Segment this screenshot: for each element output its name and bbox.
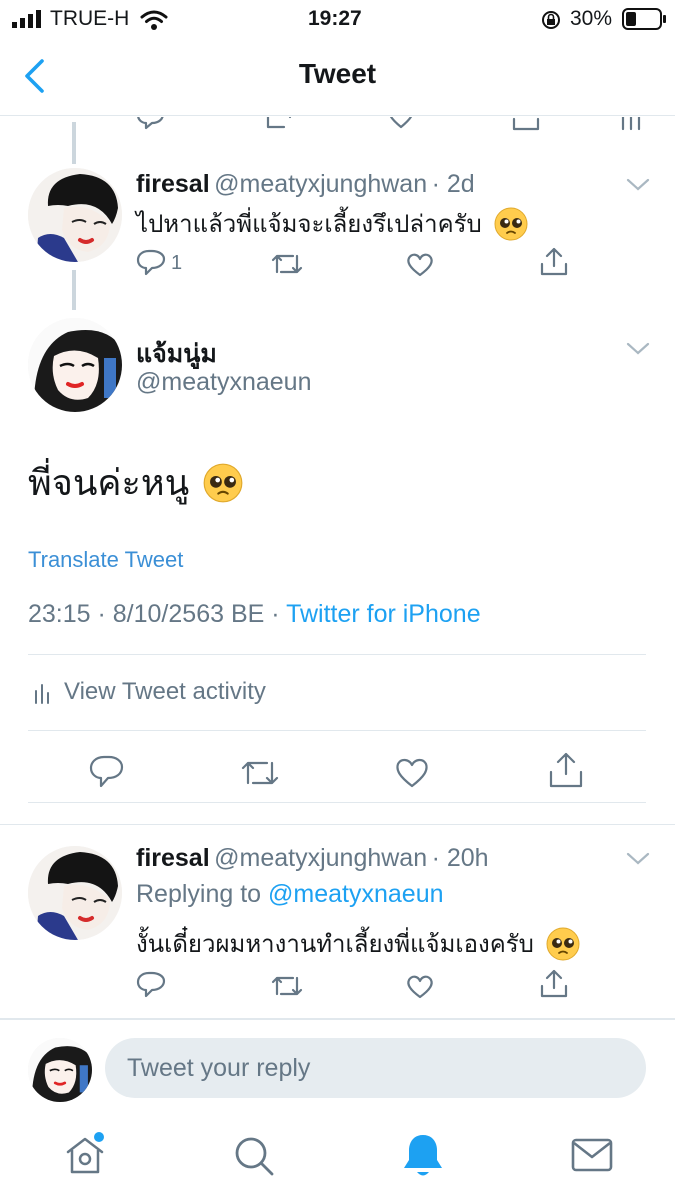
like-icon[interactable] [405, 250, 435, 278]
avatar[interactable] [28, 846, 122, 940]
tweet-text: ไปหาแล้วพี่แจ้มจะเลี้ยงรึเปล่าครับ [136, 211, 482, 238]
retweet-icon[interactable] [271, 972, 303, 1000]
share-icon[interactable] [538, 968, 570, 1000]
thread-connector [72, 270, 76, 310]
retweet-icon [266, 117, 292, 129]
pleading-emoji-icon [203, 463, 243, 502]
tweet-age: · 20h [431, 844, 489, 872]
status-bar: TRUE-H 19:27 30% [0, 0, 675, 40]
display-name[interactable]: firesal [136, 170, 210, 198]
signal-icon [12, 10, 41, 28]
search-icon[interactable] [232, 1134, 276, 1178]
retweet-icon[interactable] [271, 250, 303, 278]
analytics-icon [621, 117, 641, 131]
home-icon [66, 1132, 104, 1174]
avatar-illustration [28, 318, 122, 412]
tweet-timestamp: 23:15 · 8/10/2563 BE · [28, 600, 287, 628]
translate-tweet-link[interactable]: Translate Tweet [28, 547, 183, 573]
wifi-icon [140, 10, 168, 30]
caret-down-icon[interactable] [626, 342, 650, 356]
reply-input[interactable]: Tweet your reply [105, 1038, 646, 1098]
reply-composer: Tweet your reply [0, 1018, 675, 1120]
notifications-icon[interactable] [401, 1132, 445, 1180]
caret-down-icon[interactable] [626, 852, 650, 866]
username[interactable]: @meatyxnaeun [136, 368, 311, 397]
reply-icon[interactable] [136, 970, 166, 1000]
reply-placeholder: Tweet your reply [127, 1054, 311, 1082]
battery-icon [622, 8, 666, 30]
clock: 19:27 [308, 7, 362, 30]
reply-tweet[interactable]: firesal @meatyxjunghwan · 20h Replying t… [0, 838, 675, 1018]
avatar-illustration [28, 168, 122, 262]
avatar-illustration [28, 1038, 92, 1102]
retweet-icon[interactable] [240, 756, 280, 790]
tweet-text: งั้นเดี๋ยวผมหางานทำเลี้ยงพี่แจ้มเองครับ [136, 931, 534, 958]
reply-icon[interactable] [89, 754, 125, 790]
divider [28, 730, 646, 731]
share-icon[interactable] [538, 246, 570, 278]
tab-home[interactable] [62, 1132, 108, 1178]
nav-bar: Tweet [0, 40, 675, 116]
tweet-age: · 2d [431, 170, 475, 198]
like-icon[interactable] [394, 755, 430, 789]
avatar-illustration [28, 846, 122, 940]
like-icon [389, 117, 413, 129]
view-tweet-activity-label: View Tweet activity [64, 678, 266, 705]
like-icon[interactable] [405, 972, 435, 1000]
username[interactable]: @meatyxjunghwan [214, 170, 427, 198]
tweet-text: พี่จนค่ะหนู [28, 462, 190, 503]
analytics-icon [35, 684, 49, 704]
previous-actions-peek [0, 117, 675, 133]
orientation-lock-icon [542, 11, 560, 29]
divider [28, 802, 646, 803]
reply-button[interactable]: 1 [136, 248, 182, 278]
tab-bar [0, 1120, 675, 1200]
thread-tweet[interactable]: firesal @meatyxjunghwan · 2d ไปหาแล้วพี่… [0, 160, 675, 290]
divider [28, 654, 646, 655]
view-tweet-activity-button[interactable]: View Tweet activity [28, 670, 646, 714]
messages-icon[interactable] [570, 1136, 614, 1174]
share-icon [512, 117, 540, 131]
avatar[interactable] [28, 168, 122, 262]
replying-to-label: Replying to [136, 880, 269, 908]
composer-avatar [28, 1038, 92, 1102]
username[interactable]: @meatyxjunghwan [214, 844, 427, 872]
replying-to-link[interactable]: @meatyxnaeun [268, 880, 443, 908]
reply-count: 1 [171, 251, 183, 274]
section-divider [0, 824, 675, 825]
share-icon[interactable] [547, 750, 585, 790]
caret-down-icon[interactable] [626, 178, 650, 192]
pleading-emoji-icon [494, 207, 528, 240]
page-title: Tweet [298, 58, 377, 89]
source-link[interactable]: Twitter for iPhone [286, 600, 481, 628]
display-name[interactable]: firesal [136, 844, 210, 872]
pleading-emoji-icon [546, 927, 580, 960]
focused-tweet: แจ้มนู่ม @meatyxnaeun พี่จนค่ะหนู Transl… [0, 316, 675, 806]
avatar[interactable] [28, 318, 122, 412]
reply-icon [136, 249, 166, 276]
carrier-label: TRUE-H [50, 7, 130, 30]
thread-connector [72, 122, 76, 164]
reply-icon [137, 117, 164, 130]
battery-percent: 30% [570, 7, 613, 30]
